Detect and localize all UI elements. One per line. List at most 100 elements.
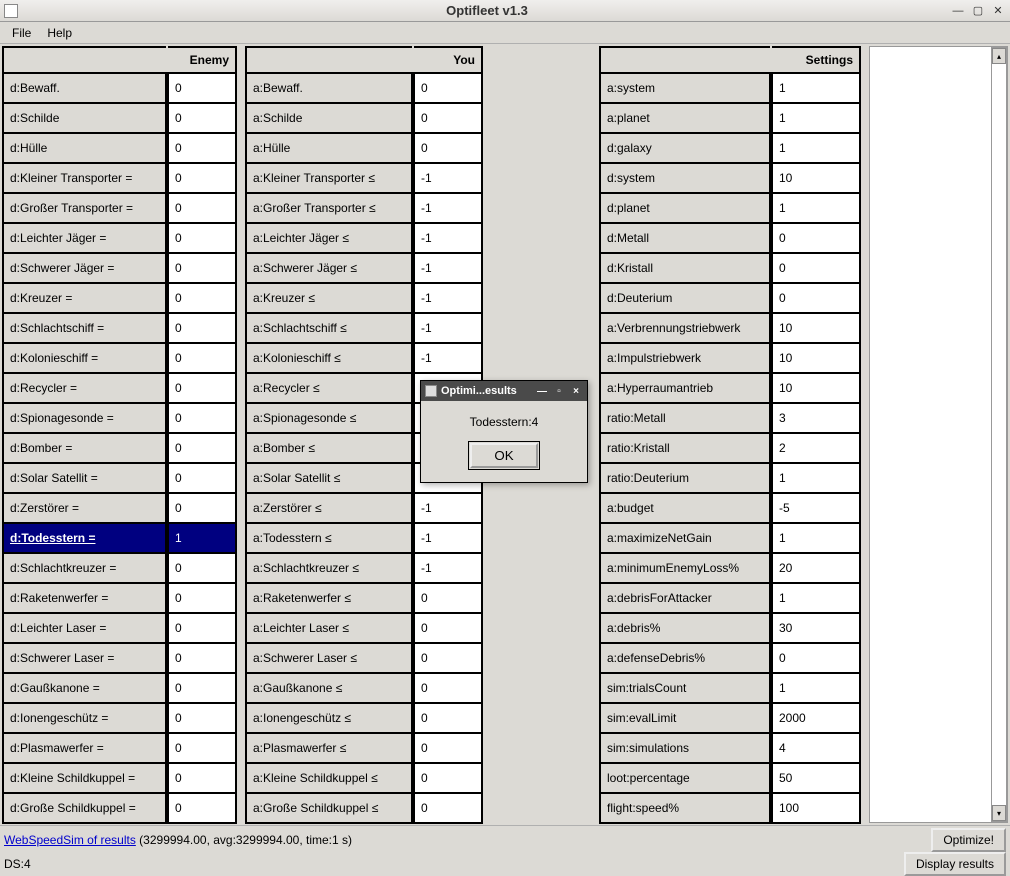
enemy-value-row[interactable]: 0 xyxy=(168,643,236,673)
you-label-row[interactable]: a:Große Schildkuppel ≤ xyxy=(246,793,412,823)
you-value-row[interactable]: 0 xyxy=(414,613,482,643)
you-label-row[interactable]: a:Schlachtschiff ≤ xyxy=(246,313,412,343)
you-label-row[interactable]: a:Kreuzer ≤ xyxy=(246,283,412,313)
settings-label-row[interactable]: d:Deuterium xyxy=(600,283,770,313)
enemy-label-row[interactable]: d:Spionagesonde = xyxy=(3,403,166,433)
you-label-row[interactable]: a:Kleiner Transporter ≤ xyxy=(246,163,412,193)
enemy-value-row[interactable]: 0 xyxy=(168,223,236,253)
settings-value-row[interactable]: 0 xyxy=(772,253,860,283)
enemy-value-row[interactable]: 0 xyxy=(168,283,236,313)
you-label-row[interactable]: a:Schwerer Laser ≤ xyxy=(246,643,412,673)
you-value-row[interactable]: -1 xyxy=(414,493,482,523)
you-value-row[interactable]: -1 xyxy=(414,343,482,373)
settings-value-row[interactable]: -5 xyxy=(772,493,860,523)
settings-label-row[interactable]: d:galaxy xyxy=(600,133,770,163)
enemy-label-row[interactable]: d:Schilde xyxy=(3,103,166,133)
enemy-value-row[interactable]: 0 xyxy=(168,493,236,523)
enemy-value-row[interactable]: 0 xyxy=(168,553,236,583)
settings-value-row[interactable]: 1 xyxy=(772,133,860,163)
you-label-row[interactable]: a:Schilde xyxy=(246,103,412,133)
enemy-label-row[interactable]: d:Recycler = xyxy=(3,373,166,403)
you-value-row[interactable]: 0 xyxy=(414,643,482,673)
enemy-value-row[interactable]: 0 xyxy=(168,163,236,193)
settings-label-row[interactable]: a:debrisForAttacker xyxy=(600,583,770,613)
enemy-label-row[interactable]: d:Hülle xyxy=(3,133,166,163)
settings-value-row[interactable]: 1 xyxy=(772,583,860,613)
enemy-label-row[interactable]: d:Schwerer Laser = xyxy=(3,643,166,673)
you-value-row[interactable]: -1 xyxy=(414,313,482,343)
enemy-value-row[interactable]: 0 xyxy=(168,193,236,223)
enemy-label-row[interactable]: d:Schwerer Jäger = xyxy=(3,253,166,283)
settings-value-row[interactable]: 10 xyxy=(772,163,860,193)
settings-value-row[interactable]: 1 xyxy=(772,463,860,493)
you-label-row[interactable]: a:Kleine Schildkuppel ≤ xyxy=(246,763,412,793)
settings-label-row[interactable]: flight:speed% xyxy=(600,793,770,823)
you-value-row[interactable]: 0 xyxy=(414,763,482,793)
settings-label-row[interactable]: ratio:Metall xyxy=(600,403,770,433)
settings-value-row[interactable]: 10 xyxy=(772,343,860,373)
you-label-row[interactable]: a:Raketenwerfer ≤ xyxy=(246,583,412,613)
enemy-value-row[interactable]: 0 xyxy=(168,463,236,493)
dialog-maximize-button[interactable]: ▫ xyxy=(552,384,566,398)
settings-value-row[interactable]: 0 xyxy=(772,643,860,673)
enemy-value-row[interactable]: 0 xyxy=(168,733,236,763)
enemy-label-row[interactable]: d:Bomber = xyxy=(3,433,166,463)
scroll-down-button[interactable]: ▾ xyxy=(992,805,1006,821)
enemy-label-row[interactable]: d:Große Schildkuppel = xyxy=(3,793,166,823)
settings-label-row[interactable]: d:planet xyxy=(600,193,770,223)
settings-value-row[interactable]: 1 xyxy=(772,193,860,223)
enemy-value-row[interactable]: 0 xyxy=(168,673,236,703)
enemy-label-row[interactable]: d:Plasmawerfer = xyxy=(3,733,166,763)
you-value-row[interactable]: 0 xyxy=(414,793,482,823)
settings-label-row[interactable]: a:system xyxy=(600,73,770,103)
settings-label-row[interactable]: a:minimumEnemyLoss% xyxy=(600,553,770,583)
settings-label-row[interactable]: a:Verbrennungstriebwerk xyxy=(600,313,770,343)
settings-value-row[interactable]: 4 xyxy=(772,733,860,763)
enemy-label-row[interactable]: d:Großer Transporter = xyxy=(3,193,166,223)
you-value-row[interactable]: -1 xyxy=(414,283,482,313)
enemy-value-row[interactable]: 0 xyxy=(168,583,236,613)
enemy-label-row[interactable]: d:Kolonieschiff = xyxy=(3,343,166,373)
dialog-close-button[interactable]: × xyxy=(569,384,583,398)
settings-value-row[interactable]: 3 xyxy=(772,403,860,433)
you-label-row[interactable]: a:Solar Satellit ≤ xyxy=(246,463,412,493)
settings-label-row[interactable]: a:planet xyxy=(600,103,770,133)
enemy-value-row[interactable]: 0 xyxy=(168,133,236,163)
you-label-row[interactable]: a:Recycler ≤ xyxy=(246,373,412,403)
enemy-value-row[interactable]: 1 xyxy=(168,523,236,553)
settings-label-row[interactable]: d:Metall xyxy=(600,223,770,253)
close-button[interactable]: ✕ xyxy=(990,4,1006,18)
settings-value-row[interactable]: 0 xyxy=(772,223,860,253)
you-label-row[interactable]: a:Todesstern ≤ xyxy=(246,523,412,553)
enemy-label-row[interactable]: d:Schlachtkreuzer = xyxy=(3,553,166,583)
you-value-row[interactable]: 0 xyxy=(414,673,482,703)
enemy-label-row[interactable]: d:Raketenwerfer = xyxy=(3,583,166,613)
settings-value-row[interactable]: 50 xyxy=(772,763,860,793)
display-results-button[interactable]: Display results xyxy=(904,852,1006,876)
settings-value-row[interactable]: 100 xyxy=(772,793,860,823)
enemy-value-row[interactable]: 0 xyxy=(168,433,236,463)
settings-label-row[interactable]: sim:evalLimit xyxy=(600,703,770,733)
enemy-label-row[interactable]: d:Kreuzer = xyxy=(3,283,166,313)
you-value-row[interactable]: 0 xyxy=(414,703,482,733)
settings-value-row[interactable]: 0 xyxy=(772,283,860,313)
you-label-row[interactable]: a:Leichter Jäger ≤ xyxy=(246,223,412,253)
you-value-row[interactable]: -1 xyxy=(414,223,482,253)
you-label-row[interactable]: a:Großer Transporter ≤ xyxy=(246,193,412,223)
you-value-row[interactable]: -1 xyxy=(414,553,482,583)
enemy-label-row[interactable]: d:Todesstern = xyxy=(3,523,166,553)
enemy-value-row[interactable]: 0 xyxy=(168,763,236,793)
settings-value-row[interactable]: 30 xyxy=(772,613,860,643)
you-label-row[interactable]: a:Schlachtkreuzer ≤ xyxy=(246,553,412,583)
enemy-value-row[interactable]: 0 xyxy=(168,343,236,373)
maximize-button[interactable]: ▢ xyxy=(970,4,986,18)
you-label-row[interactable]: a:Plasmawerfer ≤ xyxy=(246,733,412,763)
settings-value-row[interactable]: 20 xyxy=(772,553,860,583)
you-label-row[interactable]: a:Hülle xyxy=(246,133,412,163)
menu-file[interactable]: File xyxy=(4,24,39,42)
settings-value-row[interactable]: 1 xyxy=(772,523,860,553)
enemy-label-row[interactable]: d:Ionengeschütz = xyxy=(3,703,166,733)
you-value-row[interactable]: 0 xyxy=(414,73,482,103)
enemy-label-row[interactable]: d:Bewaff. xyxy=(3,73,166,103)
you-value-row[interactable]: -1 xyxy=(414,193,482,223)
